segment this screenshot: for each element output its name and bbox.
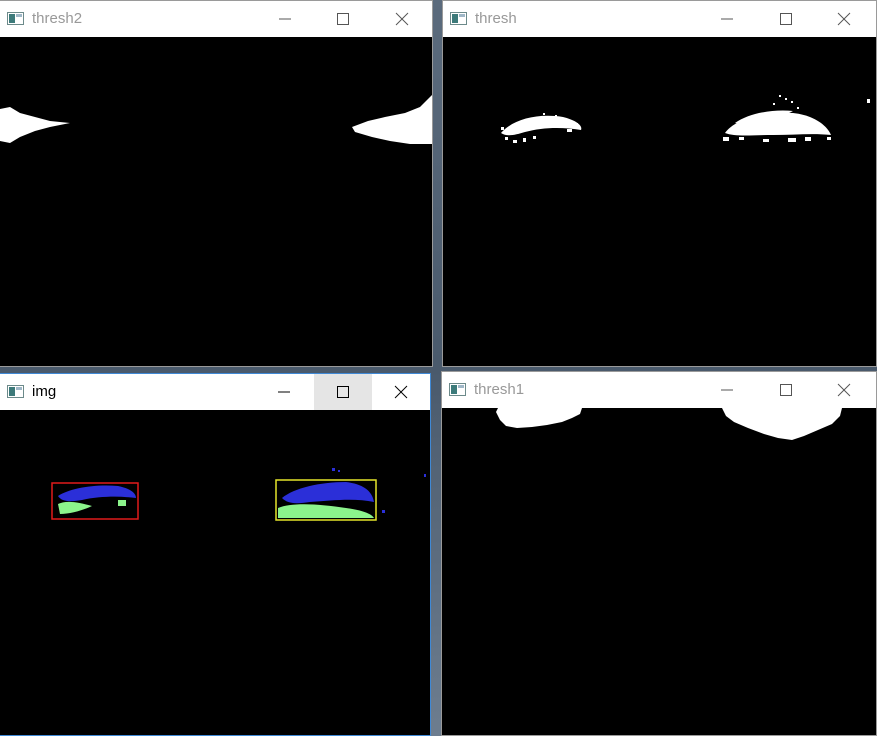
detection-result-image [51,468,426,521]
opencv-window-icon [449,383,466,396]
close-icon [837,383,851,397]
minimize-icon [721,389,733,391]
titlebar[interactable]: thresh1 [442,372,876,408]
maximize-button[interactable] [757,1,815,37]
close-button[interactable] [815,1,873,37]
opencv-window-icon [7,12,24,25]
close-icon [395,12,409,26]
titlebar[interactable]: img [0,374,430,410]
blue-speck [338,470,340,472]
mask-blob-left [496,408,582,428]
maximize-icon [780,384,792,396]
maximize-icon [780,13,792,25]
window-title: thresh2 [32,10,83,27]
contour-left [51,482,139,520]
window-thresh2[interactable]: thresh2 [0,0,433,367]
mask-blob-right [352,95,432,144]
speckle-blob-left [501,113,582,143]
image-canvas [442,408,876,735]
blue-speck [382,510,385,513]
maximize-icon [337,386,349,398]
mask-blob-right [722,408,842,440]
window-title: thresh [475,10,517,27]
window-title: img [32,383,57,400]
opencv-window-icon [450,12,467,25]
minimize-icon [279,18,291,20]
minimize-button[interactable] [256,1,314,37]
close-button[interactable] [372,374,430,410]
titlebar[interactable]: thresh [443,1,876,37]
maximize-icon [337,13,349,25]
window-img[interactable]: img [0,373,431,736]
window-thresh1[interactable]: thresh1 [441,371,877,736]
maximize-button[interactable] [757,372,815,408]
maximize-button[interactable] [314,374,372,410]
window-thresh[interactable]: thresh [442,0,877,367]
image-canvas [0,37,432,366]
blue-contour-right [282,482,374,504]
blue-speck [424,474,426,477]
opencv-window-icon [7,385,24,398]
window-title: thresh1 [474,381,525,398]
threshold-mask-image [496,408,842,440]
green-contour-right [278,504,374,518]
blue-contour-left [58,485,136,502]
threshold-mask-image [0,95,432,144]
minimize-button[interactable] [698,1,756,37]
minimize-button[interactable] [255,374,313,410]
close-button[interactable] [815,372,873,408]
blue-speck [332,468,335,471]
minimize-button[interactable] [698,372,756,408]
speckle-blob-right [723,95,870,142]
image-canvas [443,37,876,366]
titlebar[interactable]: thresh2 [0,1,432,37]
minimize-icon [278,391,290,393]
close-icon [394,385,408,399]
minimize-icon [721,18,733,20]
green-contour-left [58,501,92,514]
close-button[interactable] [373,1,431,37]
contour-right [275,468,426,521]
mask-blob-left [0,107,70,143]
maximize-button[interactable] [314,1,372,37]
threshold-image [501,95,870,143]
green-speck-left [118,500,126,506]
image-canvas [0,410,430,735]
close-icon [837,12,851,26]
